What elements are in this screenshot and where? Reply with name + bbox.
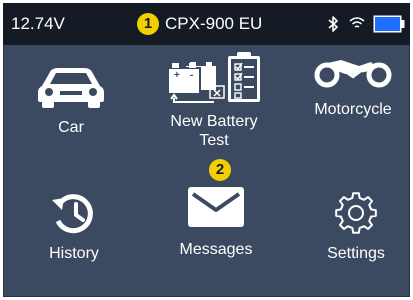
new-battery-test-label-line1: New Battery	[170, 113, 258, 130]
wifi-icon	[349, 17, 365, 28]
callout-marker-2: 2	[209, 159, 231, 181]
history-icon	[52, 194, 93, 234]
gear-icon	[335, 192, 377, 234]
motorcycle-label: Motorcycle	[314, 101, 392, 118]
messages-label: Messages	[179, 241, 253, 258]
history-label: History	[49, 245, 99, 262]
bluetooth-icon	[328, 16, 338, 32]
new-battery-test-menu-item[interactable]: + - New Battery Test	[156, 50, 272, 150]
car-icon	[38, 68, 104, 108]
battery-test-icon: + -	[167, 52, 260, 103]
svg-text:+: +	[174, 70, 180, 81]
voltage-reading: 12.74V	[11, 14, 65, 33]
callout-marker-1: 1	[137, 13, 159, 35]
motorcycle-icon	[314, 60, 392, 88]
device-name: CPX-900 EU	[165, 14, 263, 33]
motorcycle-menu-item[interactable]: Motorcycle	[305, 58, 401, 119]
device-frame: 12.74V 1 CPX-900 EU Car + - New Battery …	[0, 0, 413, 300]
messages-menu-item[interactable]: Messages	[168, 186, 264, 259]
history-menu-item[interactable]: History	[34, 190, 114, 263]
battery-icon	[373, 15, 405, 33]
new-battery-test-label-line2: Test	[199, 132, 229, 149]
settings-menu-item[interactable]: Settings	[316, 190, 396, 263]
envelope-icon	[188, 187, 244, 227]
settings-label: Settings	[327, 245, 385, 262]
car-label: Car	[58, 119, 84, 136]
new-battery-test-label: New Battery Test	[156, 112, 272, 150]
status-bar: 12.74V 1 CPX-900 EU	[3, 3, 410, 45]
svg-text:-: -	[190, 70, 193, 81]
car-menu-item[interactable]: Car	[28, 62, 114, 137]
